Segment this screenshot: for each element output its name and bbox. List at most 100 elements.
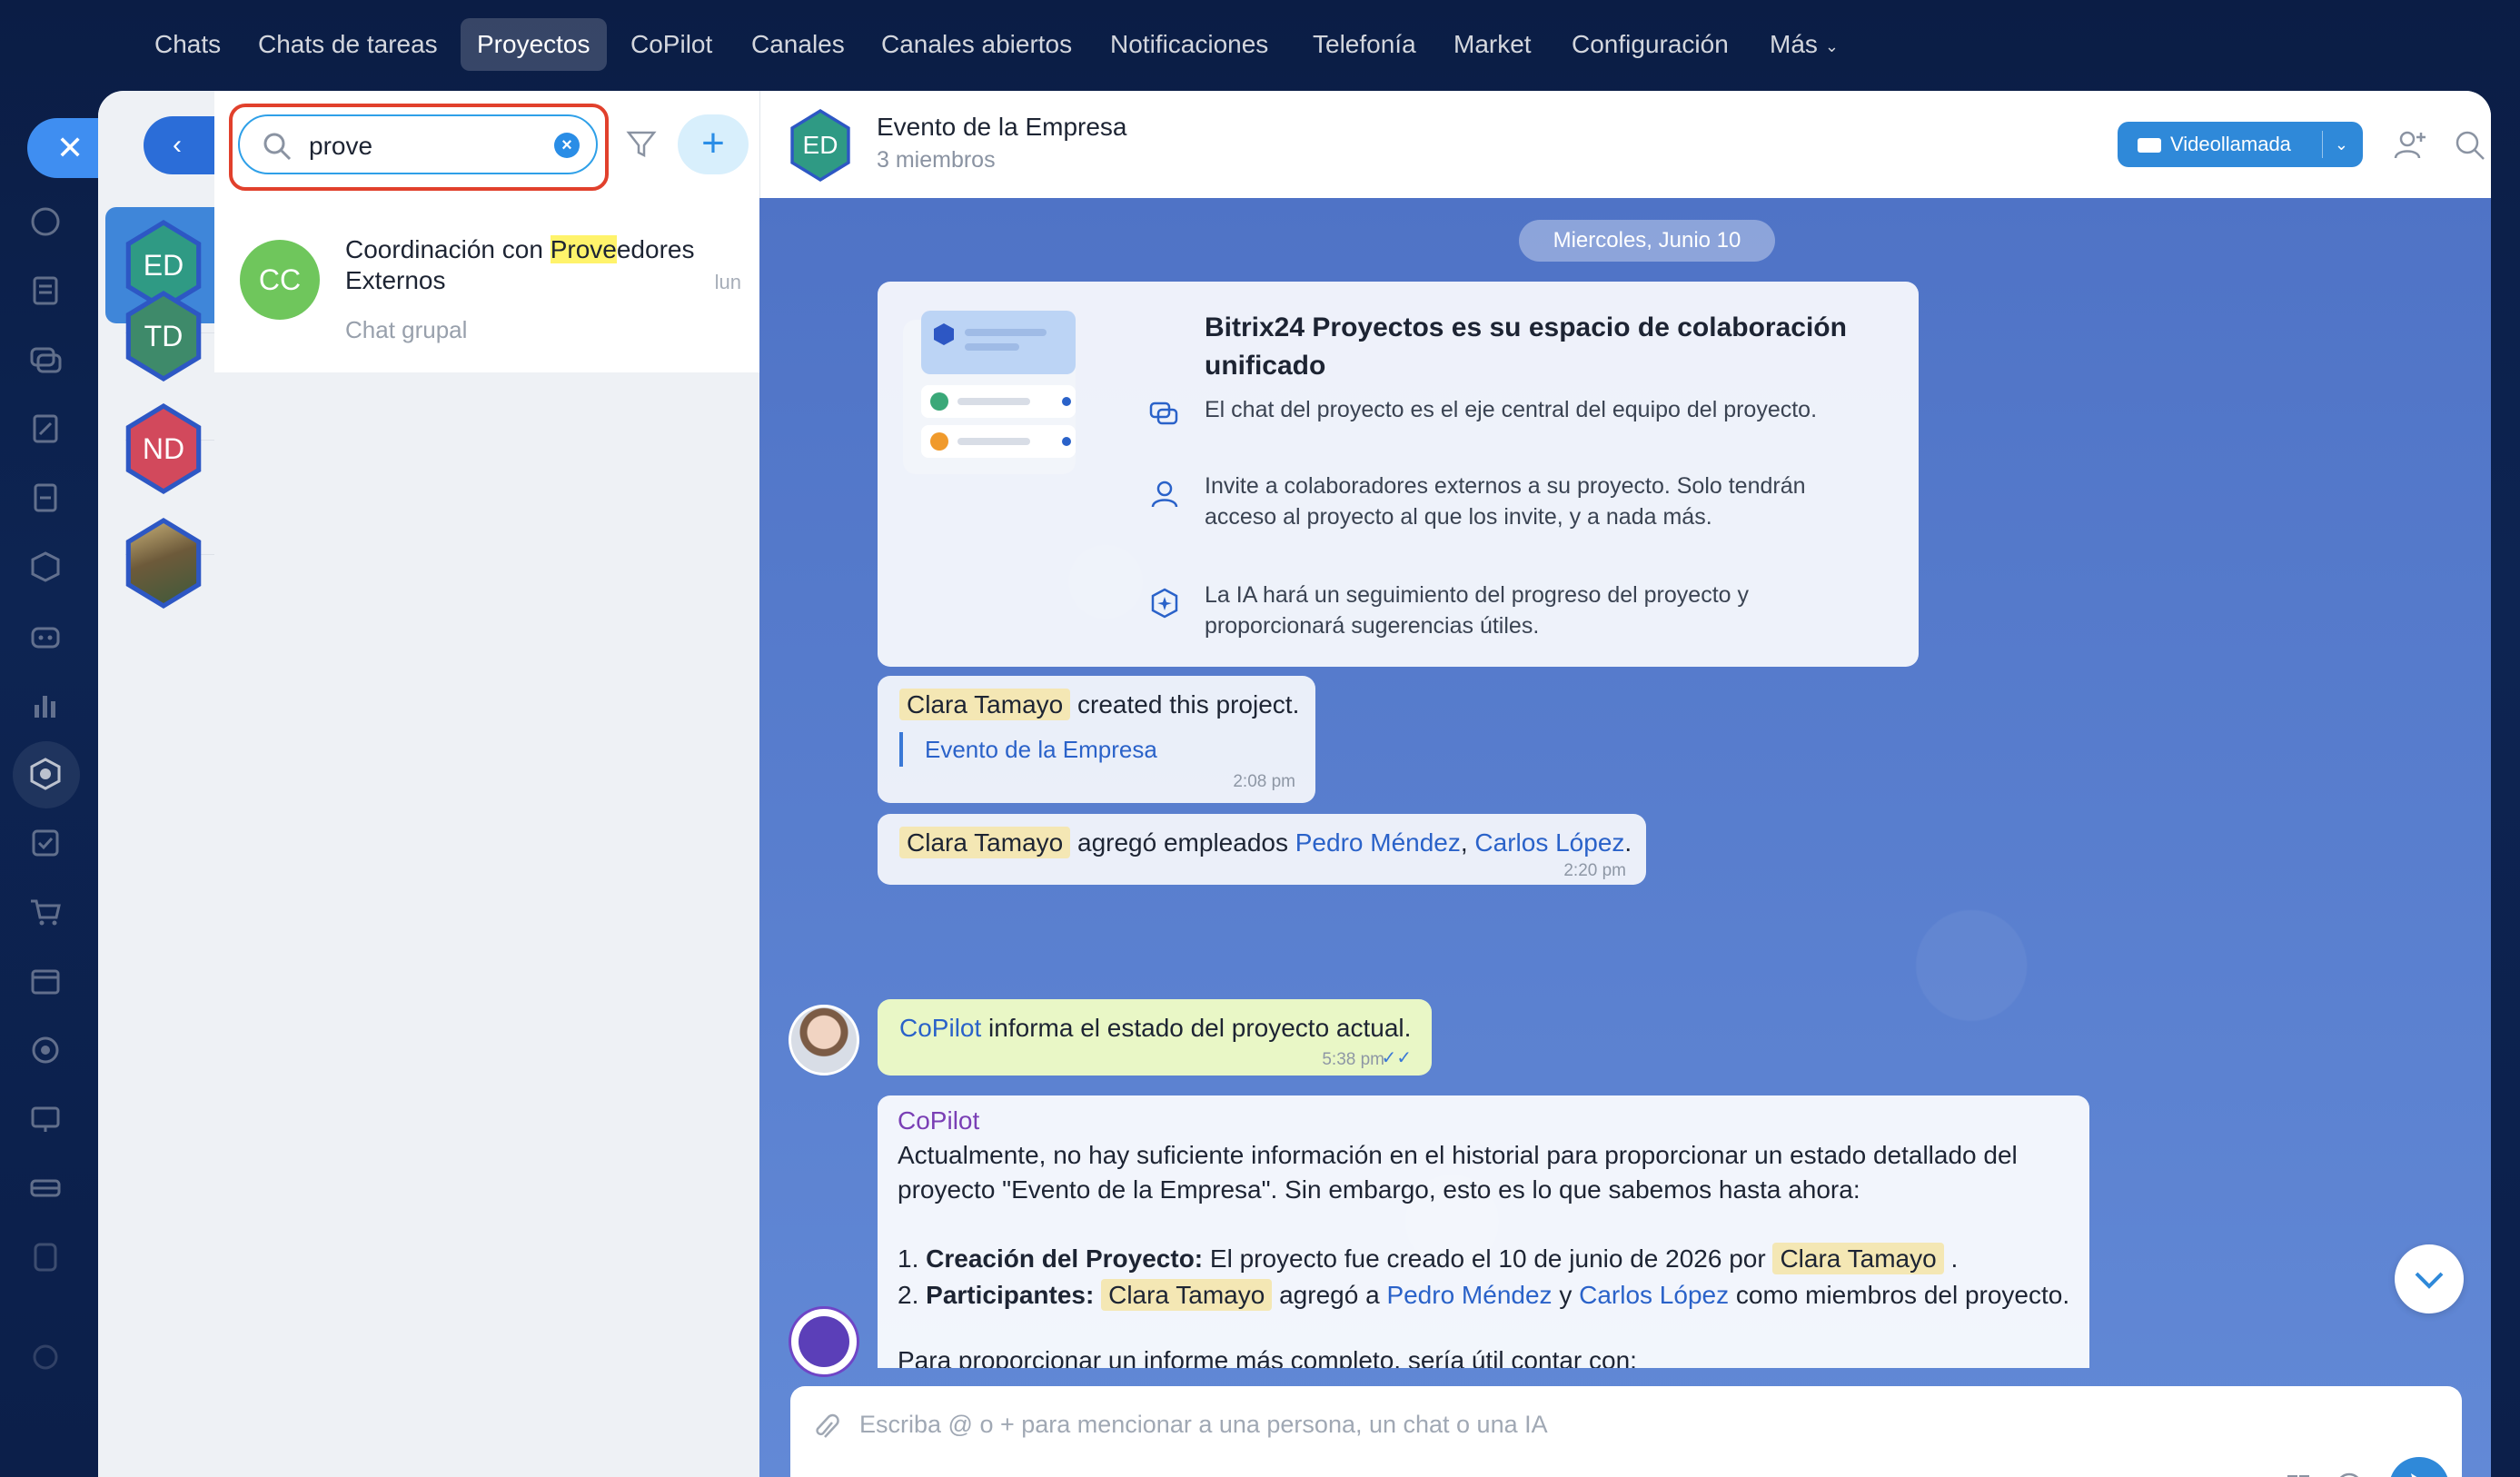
list-text: como miembros del proyecto. <box>1735 1281 2070 1309</box>
chevron-down-icon <box>2415 1272 2444 1289</box>
nav-market[interactable]: Market <box>1437 18 1548 71</box>
copilot-link[interactable]: CoPilot <box>899 1014 981 1042</box>
search-input[interactable] <box>309 125 536 167</box>
message-input[interactable] <box>859 1404 2222 1444</box>
list-number: 2. <box>898 1281 919 1309</box>
user-link[interactable]: Pedro Méndez <box>1386 1281 1552 1309</box>
users-icon <box>1151 481 1178 508</box>
recent-project-photo[interactable] <box>105 505 214 621</box>
analytics-icon[interactable] <box>27 687 64 723</box>
box-icon[interactable] <box>27 549 64 585</box>
user-mention[interactable]: Clara Tamayo <box>1772 1243 1944 1274</box>
chevron-down-icon[interactable]: ⌄ <box>2335 122 2348 167</box>
attach-icon[interactable] <box>812 1412 839 1442</box>
message-text: Clara Tamayo created this project. <box>899 689 1299 720</box>
nav-chats[interactable]: Chats <box>138 18 237 71</box>
send-icon <box>2411 1473 2417 1477</box>
send-button[interactable] <box>2389 1457 2449 1477</box>
message-body: informa el estado del proyecto actual. <box>988 1014 1412 1042</box>
nav-configuracion[interactable]: Configuración <box>1555 18 1745 71</box>
message-author[interactable]: CoPilot <box>898 1106 979 1135</box>
user-link[interactable]: Pedro Méndez <box>1295 828 1461 857</box>
nav-proyectos[interactable]: Proyectos <box>461 18 607 71</box>
search-results-area: × + CC Coordinación con Proveedores Exte… <box>214 91 759 372</box>
clear-search-icon[interactable]: × <box>554 133 580 158</box>
chat-title[interactable]: Evento de la Empresa <box>877 113 1127 142</box>
nav-chats-tareas[interactable]: Chats de tareas <box>242 18 454 71</box>
result-subtitle: Chat grupal <box>345 316 468 343</box>
cart-icon[interactable] <box>27 894 64 930</box>
camera-icon <box>2138 138 2161 154</box>
recent-project-nd[interactable]: ND <box>105 391 214 507</box>
date-separator: Miercoles, Junio 10 <box>1519 220 1775 262</box>
search-icon <box>263 133 292 161</box>
user-avatar[interactable] <box>789 1005 859 1076</box>
message-line: Actualmente, no hay suficiente informaci… <box>898 1141 2018 1169</box>
presentation-icon[interactable] <box>27 1101 64 1137</box>
scroll-down-button[interactable] <box>2395 1244 2464 1313</box>
chat-icon[interactable] <box>27 342 64 378</box>
result-title-prefix: Coordinación con <box>345 235 551 263</box>
video-call-button[interactable]: Videollamada ⌄ <box>2118 122 2363 167</box>
message-list-item: 2. Participantes: Clara Tamayo agregó a … <box>898 1279 2070 1311</box>
welcome-feature-3: La IA hará un seguimiento del progreso d… <box>1205 582 1749 639</box>
emoji-icon[interactable] <box>2335 1472 2364 1477</box>
video-call-label: Videollamada <box>2170 133 2291 155</box>
nav-telefonia[interactable]: Telefonía <box>1296 18 1433 71</box>
divider <box>2322 131 2323 158</box>
nav-canales-abiertos[interactable]: Canales abiertos <box>865 18 1088 71</box>
chat-members-count[interactable]: 3 miembros <box>877 147 996 173</box>
message-body: agregó empleados <box>1077 828 1288 857</box>
message-text: CoPilot informa el estado del proyecto a… <box>899 1014 1411 1043</box>
list-text: El proyecto fue creado el 10 de junio de… <box>1209 1244 1766 1273</box>
edit-doc-icon[interactable] <box>27 411 64 447</box>
result-time: lun <box>714 271 741 293</box>
archive-icon[interactable] <box>27 1239 64 1275</box>
apps-grid-icon[interactable] <box>2286 1473 2311 1477</box>
target-icon[interactable] <box>27 1032 64 1068</box>
user-mention[interactable]: Clara Tamayo <box>1101 1279 1273 1311</box>
robot-icon[interactable] <box>27 618 64 654</box>
message-composer <box>790 1386 2462 1477</box>
recent-project-td[interactable]: TD <box>105 278 214 394</box>
activity-icon[interactable] <box>27 203 64 240</box>
user-mention[interactable]: Clara Tamayo <box>899 827 1071 858</box>
message-time: 2:08 pm <box>1233 772 1295 791</box>
list-number: 1. <box>898 1244 919 1273</box>
list-punctuation: . <box>1950 1244 1959 1273</box>
search-result-item[interactable]: CC Coordinación con Proveedores Externos… <box>214 198 759 358</box>
project-illustration <box>903 311 1076 474</box>
filter-icon[interactable] <box>623 125 660 162</box>
list-text: agregó a <box>1279 1281 1380 1309</box>
nav-copilot[interactable]: CoPilot <box>614 18 729 71</box>
projects-icon[interactable] <box>27 756 64 792</box>
nav-canales[interactable]: Canales <box>735 18 861 71</box>
calendar-icon[interactable] <box>27 963 64 999</box>
search-box: × <box>238 114 598 174</box>
recent-projects-column: ‹ ED TD ND <box>98 91 243 1477</box>
chevron-down-icon: ⌄ <box>1824 36 1839 55</box>
messenger-window: ‹ ED TD ND × + <box>98 91 2491 1477</box>
document-icon[interactable] <box>27 480 64 516</box>
storage-icon[interactable] <box>27 1170 64 1206</box>
add-user-icon[interactable] <box>2392 127 2428 164</box>
welcome-feature-1: El chat del proyecto es el eje central d… <box>1205 397 1818 422</box>
message-punctuation: , <box>1460 828 1468 857</box>
search-icon[interactable] <box>2452 127 2488 164</box>
system-message-added: Clara Tamayo agregó empleados Pedro Ménd… <box>878 814 1646 885</box>
feed-icon[interactable] <box>27 273 64 309</box>
welcome-feature-2: Invite a colaboradores externos a su pro… <box>1205 473 1806 530</box>
nav-notificaciones[interactable]: Notificaciones <box>1094 18 1285 71</box>
copilot-avatar[interactable] <box>789 1306 859 1377</box>
project-link[interactable]: Evento de la Empresa <box>899 732 1157 767</box>
user-link[interactable]: Carlos López <box>1474 828 1624 857</box>
user-link[interactable]: Carlos López <box>1579 1281 1729 1309</box>
nav-mas[interactable]: Más ⌄ <box>1753 18 1855 71</box>
message-time: 5:38 pm <box>1322 1050 1384 1069</box>
message-time: 2:20 pm <box>1563 861 1626 880</box>
settings-icon[interactable] <box>27 1339 64 1375</box>
add-project-button[interactable]: + <box>678 114 749 174</box>
welcome-title: Bitrix24 Proyectos es su espacio de cola… <box>1205 312 1847 381</box>
tasks-icon[interactable] <box>27 825 64 861</box>
user-mention[interactable]: Clara Tamayo <box>899 689 1071 720</box>
